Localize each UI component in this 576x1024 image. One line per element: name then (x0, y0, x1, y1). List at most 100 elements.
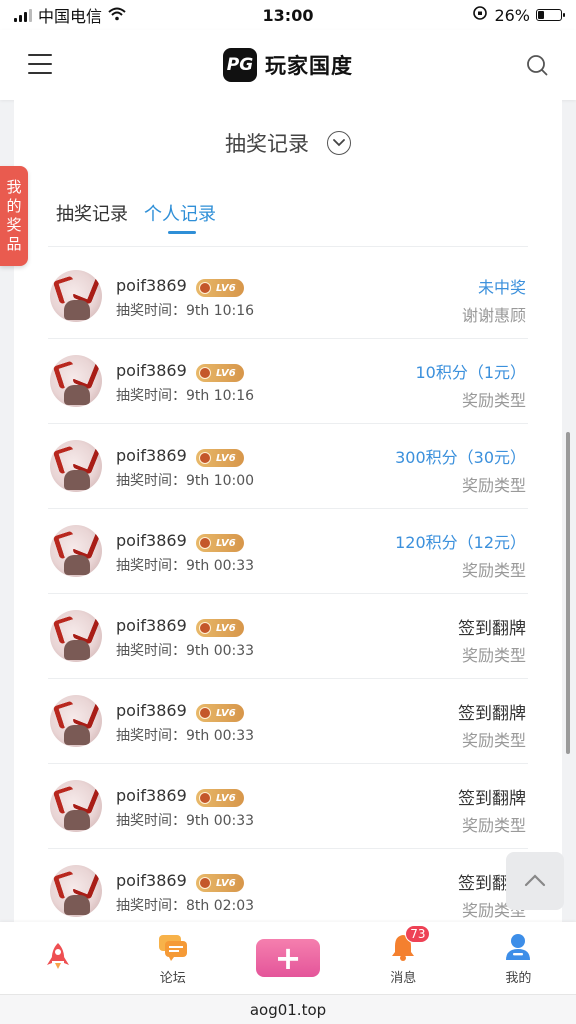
app-logo[interactable]: PG 玩家国度 (223, 48, 353, 82)
prize-result: 签到翻牌 (458, 619, 526, 639)
draw-time: 抽奖时间：9th 00:33 (116, 555, 254, 575)
avatar[interactable] (50, 610, 102, 662)
level-label: LV6 (216, 282, 236, 294)
draw-time-label: 抽奖时间： (116, 898, 186, 914)
draw-time: 抽奖时间：9th 10:00 (116, 470, 254, 490)
list-item[interactable]: poif3869 LV6 抽奖时间：9th 00:33 签到翻牌 奖励类型 (48, 679, 528, 764)
avatar[interactable] (50, 695, 102, 747)
chevron-down-icon[interactable] (327, 131, 351, 155)
username[interactable]: poif3869 (116, 786, 187, 805)
browser-url-bar[interactable]: aog01.top (0, 994, 576, 1024)
draw-time-label: 抽奖时间： (116, 813, 186, 829)
username[interactable]: poif3869 (116, 446, 187, 465)
avatar[interactable] (50, 780, 102, 832)
list-item[interactable]: poif3869 LV6 抽奖时间：9th 10:16 10积分（1元） 奖励类型 (48, 339, 528, 424)
rocket-icon (42, 940, 74, 972)
username[interactable]: poif3869 (116, 531, 187, 550)
list-item[interactable]: poif3869 LV6 抽奖时间：8th 02:03 签到翻牌 奖励类型 (48, 849, 528, 930)
nav-item-post[interactable]: + (230, 922, 345, 994)
list-item[interactable]: poif3869 LV6 抽奖时间：9th 10:16 未中奖 谢谢惠顾 (48, 254, 528, 339)
list-item[interactable]: poif3869 LV6 抽奖时间：9th 10:00 300积分（30元） 奖励类型 (48, 424, 528, 509)
hamburger-menu-icon[interactable] (28, 54, 52, 74)
lottery-records-card: 抽奖记录 抽奖记录 个人记录 poif3869 LV6 抽奖时间： 9th 10:16… (14, 100, 562, 930)
prize-result: 10积分（1元） (415, 363, 526, 382)
list-item[interactable]: poif3869 LV6 抽奖时间：9th 00:33 120积分（12元） 奖励类型 (48, 509, 528, 594)
bottom-nav: 论坛 + 73 消息 我的 (0, 922, 576, 994)
list-item[interactable]: poif3869 LV6 抽奖时间：9th 00:33 签到翻牌奖励类型 (48, 594, 528, 679)
chat-bubbles-icon (157, 931, 189, 963)
nav-item-home[interactable] (0, 922, 115, 994)
plus-icon: + (256, 939, 320, 977)
scrollbar[interactable] (566, 432, 570, 754)
prize-result: 签到翻牌 (458, 789, 526, 809)
prize-type: 奖励类型 (461, 816, 526, 835)
gem-icon (199, 537, 211, 549)
avatar[interactable] (50, 270, 102, 322)
battery-percent: 26% (494, 5, 530, 25)
avatar[interactable] (50, 865, 102, 917)
prize-type: 奖励类型 (461, 646, 526, 665)
app-header: PG 玩家国度 (0, 30, 576, 100)
prize-type: 谢谢惠顾 (461, 306, 526, 325)
gem-icon (199, 622, 211, 634)
tab-personal-records[interactable]: 个人记录 (144, 200, 216, 234)
prize-type: 奖励类型 (461, 731, 526, 750)
my-prizes-tab[interactable]: 我的奖品 (0, 166, 28, 266)
draw-time-label: 抽奖时间： (116, 558, 186, 574)
prize-type: 奖励类型 (461, 391, 526, 410)
username[interactable]: poif3869 (116, 361, 187, 380)
gem-icon (199, 707, 211, 719)
draw-time-value: 9th 00:33 (186, 558, 255, 574)
orientation-lock-icon (472, 5, 488, 25)
level-badge: LV6 (196, 364, 244, 382)
nav-label-forum: 论坛 (159, 970, 186, 986)
message-count-badge: 73 (405, 924, 431, 943)
level-badge: LV6 (196, 534, 244, 552)
avatar[interactable] (50, 525, 102, 577)
back-to-top-button[interactable] (506, 852, 564, 910)
nav-item-messages[interactable]: 73 消息 (346, 922, 461, 994)
level-badge: LV6 (196, 874, 244, 892)
prize-type: 奖励类型 (461, 476, 526, 495)
level-badge: LV6 (196, 704, 244, 722)
level-label: LV6 (216, 367, 236, 379)
draw-time-label: 抽奖时间： (116, 728, 186, 744)
divider (48, 246, 528, 247)
nav-item-profile[interactable]: 我的 (461, 922, 576, 994)
username[interactable]: poif3869 (116, 616, 187, 635)
nav-item-forum[interactable]: 论坛 (115, 922, 230, 994)
gem-icon (199, 367, 211, 379)
avatar[interactable] (50, 355, 102, 407)
status-left: 中国电信 (14, 3, 214, 27)
avatar[interactable] (50, 440, 102, 492)
search-icon[interactable] (526, 54, 548, 76)
draw-time-value: 9th 10:16 (186, 303, 255, 319)
status-time: 13:00 (262, 5, 314, 25)
username[interactable]: poif3869 (116, 276, 187, 295)
level-badge: LV6 (196, 279, 244, 297)
gem-icon (199, 792, 211, 804)
record-tabs: 抽奖记录 个人记录 (56, 200, 216, 234)
level-label: LV6 (216, 707, 236, 719)
draw-time-value: 9th 00:33 (186, 813, 255, 829)
level-label: LV6 (216, 622, 236, 634)
username[interactable]: poif3869 (116, 701, 187, 720)
tab-lottery-records[interactable]: 抽奖记录 (56, 200, 128, 234)
draw-time: 抽奖时间：9th 00:33 (116, 640, 254, 660)
draw-time: 抽奖时间：9th 00:33 (116, 725, 254, 745)
draw-time-value: 9th 10:00 (186, 473, 255, 489)
username[interactable]: poif3869 (116, 871, 187, 890)
nav-label-messages: 消息 (390, 970, 417, 986)
carrier-name: 中国电信 (38, 7, 103, 26)
draw-time-label: 抽奖时间： (116, 473, 186, 489)
level-label: LV6 (216, 877, 236, 889)
logo-mark: PG (223, 48, 257, 82)
draw-time-value: 9th 10:16 (186, 388, 255, 404)
prize-result: 300积分（30元） (395, 448, 526, 467)
list-item[interactable]: poif3869 LV6 抽奖时间：9th 00:33 签到翻牌 奖励类型 (48, 764, 528, 849)
draw-time-value: 8th 02:03 (186, 898, 255, 914)
prize-result: 120积分（12元） (395, 533, 526, 552)
url-text: aog01.top (249, 1000, 327, 1019)
records-list: poif3869 LV6 抽奖时间：9th 10:16 未中奖 谢谢惠顾 poif3869… (48, 254, 528, 930)
level-label: LV6 (216, 537, 236, 549)
